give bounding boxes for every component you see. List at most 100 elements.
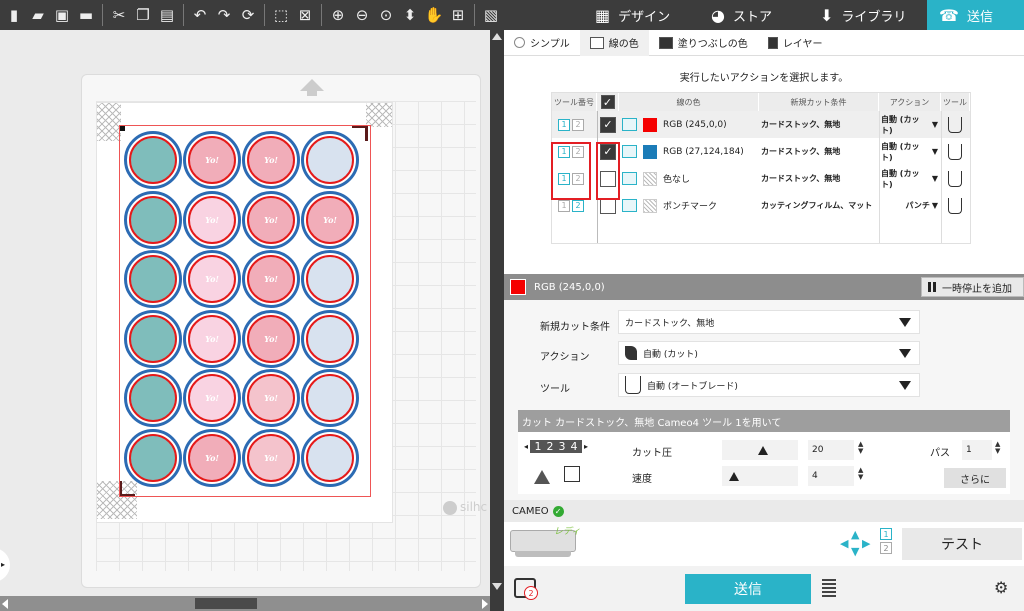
sticker[interactable] bbox=[301, 369, 359, 427]
redo-icon[interactable]: ↷ bbox=[212, 3, 236, 27]
action-cell[interactable]: パンチ ▼ bbox=[881, 192, 941, 219]
sticker[interactable]: Yo! bbox=[242, 131, 300, 189]
action-cell[interactable]: 自動 (カット) ▼ bbox=[881, 138, 941, 165]
tool-cell[interactable] bbox=[948, 192, 968, 219]
new-file-icon[interactable]: ▮ bbox=[2, 3, 26, 27]
sticker[interactable]: Yo! bbox=[242, 309, 300, 368]
test-button[interactable]: テスト bbox=[902, 528, 1022, 560]
sticker[interactable]: Yo! bbox=[183, 309, 241, 368]
tool-slot-2[interactable]: 2 bbox=[572, 199, 584, 212]
condition-cell[interactable]: カッティングフィルム、マット bbox=[761, 192, 879, 219]
tool-cell[interactable] bbox=[948, 138, 968, 165]
action-cell[interactable]: 自動 (カット) ▼ bbox=[881, 111, 941, 138]
tool-slot-1[interactable]: 1 bbox=[558, 199, 570, 212]
sticker[interactable]: Yo! bbox=[183, 190, 241, 249]
speed-spinner-icon[interactable]: ▲ ▼ bbox=[858, 467, 863, 481]
sticker[interactable]: Yo! bbox=[183, 250, 241, 308]
speed-value-box[interactable]: 4 bbox=[808, 466, 854, 486]
scroll-down-icon[interactable] bbox=[492, 583, 502, 590]
select-all-icon[interactable]: ⬚ bbox=[269, 3, 293, 27]
open-folder-icon[interactable]: ▰ bbox=[26, 3, 50, 27]
sticker[interactable] bbox=[124, 309, 182, 368]
tool-cell[interactable] bbox=[948, 111, 968, 138]
perforation-icon[interactable] bbox=[534, 470, 550, 484]
tab-line-color[interactable]: 線の色 bbox=[579, 29, 649, 56]
hand-icon[interactable]: ✋ bbox=[422, 3, 446, 27]
sticker[interactable] bbox=[124, 428, 182, 487]
vertical-scrollbar[interactable] bbox=[490, 30, 504, 611]
sticker[interactable]: Yo! bbox=[183, 428, 241, 487]
sticker[interactable] bbox=[301, 309, 359, 368]
scroll-up-icon[interactable] bbox=[492, 33, 502, 40]
slider-thumb-icon[interactable] bbox=[728, 472, 739, 481]
scroll-right-icon[interactable] bbox=[482, 599, 488, 609]
sticker[interactable] bbox=[301, 428, 359, 487]
drag-pan-icon[interactable]: ⬍ bbox=[398, 3, 422, 27]
tab-simple[interactable]: シンプル bbox=[504, 30, 580, 56]
more-settings-button[interactable]: さらに bbox=[944, 468, 1006, 488]
condition-cell[interactable]: カードストック、無地 bbox=[761, 165, 879, 192]
tool-slots[interactable]: 1 2 bbox=[880, 528, 892, 554]
row-checkbox[interactable]: ✓ bbox=[600, 116, 616, 133]
action-row[interactable]: 1 2 ✓ RGB (245,0,0) カードストック、無地 自動 (カット) ▼ bbox=[552, 111, 970, 138]
line-segment-icon[interactable] bbox=[564, 466, 580, 482]
sticker[interactable] bbox=[301, 250, 359, 308]
arrow-left-icon[interactable]: ◀ bbox=[840, 537, 848, 550]
zoom-in-icon[interactable]: ⊕ bbox=[326, 3, 350, 27]
arrow-up-icon[interactable]: ▲ bbox=[851, 528, 859, 541]
condition-select[interactable]: カードストック、無地 bbox=[618, 310, 920, 334]
sticker[interactable] bbox=[124, 369, 182, 427]
copy-icon[interactable]: ❐ bbox=[131, 3, 155, 27]
sketch-mode-icon[interactable]: ▧ bbox=[479, 3, 503, 27]
pass-spinner-icon[interactable]: ▲ ▼ bbox=[995, 441, 1000, 455]
tab-layer[interactable]: レイヤー bbox=[758, 30, 833, 56]
sticker[interactable]: Yo! bbox=[242, 250, 300, 308]
tab-send[interactable]: ☎ 送信 bbox=[927, 0, 1024, 30]
arrow-right-icon[interactable]: ▶ bbox=[862, 537, 870, 550]
zoom-fit-icon[interactable]: ⊙ bbox=[374, 3, 398, 27]
deselect-icon[interactable]: ⊠ bbox=[293, 3, 317, 27]
sticker[interactable] bbox=[124, 250, 182, 308]
horizontal-scrollbar[interactable] bbox=[0, 596, 490, 611]
condition-cell[interactable]: カードストック、無地 bbox=[761, 111, 879, 138]
action-select[interactable]: 自動 (カット) bbox=[618, 341, 920, 365]
tool-slot-2[interactable]: 2 bbox=[572, 118, 584, 131]
job-list-icon[interactable] bbox=[822, 579, 836, 599]
sticker[interactable]: Yo! bbox=[242, 369, 300, 427]
save-icon[interactable]: ▣ bbox=[50, 3, 74, 27]
pressure-slider[interactable] bbox=[722, 440, 798, 460]
pressure-spinner-icon[interactable]: ▲ ▼ bbox=[858, 441, 863, 455]
action-cell[interactable]: 自動 (カット) ▼ bbox=[881, 165, 941, 192]
speed-slider[interactable] bbox=[722, 466, 798, 486]
tab-library[interactable]: ⬇ ライブラリ bbox=[814, 0, 927, 30]
undo-icon[interactable]: ↶ bbox=[188, 3, 212, 27]
pass-value-box[interactable]: 1 bbox=[962, 440, 992, 460]
condition-cell[interactable]: カードストック、無地 bbox=[761, 138, 879, 165]
sticker[interactable]: Yo! bbox=[301, 190, 359, 249]
sticker[interactable]: Yo! bbox=[242, 428, 300, 487]
add-pause-button[interactable]: 一時停止を追加 bbox=[921, 277, 1024, 297]
tab-fill-color[interactable]: 塗りつぶしの色 bbox=[649, 30, 758, 56]
blade-depth-control[interactable]: ◂ 1234 ▸ bbox=[524, 440, 588, 453]
sticker[interactable] bbox=[124, 131, 182, 189]
tab-design[interactable]: ▦ デザイン bbox=[589, 0, 702, 30]
sticker[interactable]: Yo! bbox=[242, 190, 300, 249]
horizontal-scroll-thumb[interactable] bbox=[195, 598, 257, 609]
slider-thumb-icon[interactable] bbox=[758, 446, 769, 455]
print-icon[interactable]: ▬ bbox=[74, 3, 98, 27]
zoom-out-icon[interactable]: ⊖ bbox=[350, 3, 374, 27]
send-button[interactable]: 送信 bbox=[685, 574, 811, 604]
pressure-value-box[interactable]: 20 bbox=[808, 440, 854, 460]
gear-icon[interactable]: ⚙ bbox=[994, 578, 1008, 597]
sticker[interactable]: Yo! bbox=[183, 369, 241, 427]
redraw-icon[interactable]: ⟳ bbox=[236, 3, 260, 27]
check-all-checkbox[interactable]: ✓ bbox=[600, 95, 615, 109]
paste-icon[interactable]: ▤ bbox=[155, 3, 179, 27]
tool-slot-2[interactable]: 2 bbox=[880, 542, 892, 554]
side-panel-toggle[interactable]: ▸ bbox=[0, 548, 10, 582]
blade-move-arrows-icon[interactable]: ▲ ◀ ▶ ▼ bbox=[840, 528, 872, 558]
sticker[interactable]: Yo! bbox=[183, 131, 241, 189]
sticker[interactable] bbox=[301, 131, 359, 189]
tool-slot-1[interactable]: 1 bbox=[558, 118, 570, 131]
col-check-all[interactable]: ✓ bbox=[597, 93, 619, 111]
